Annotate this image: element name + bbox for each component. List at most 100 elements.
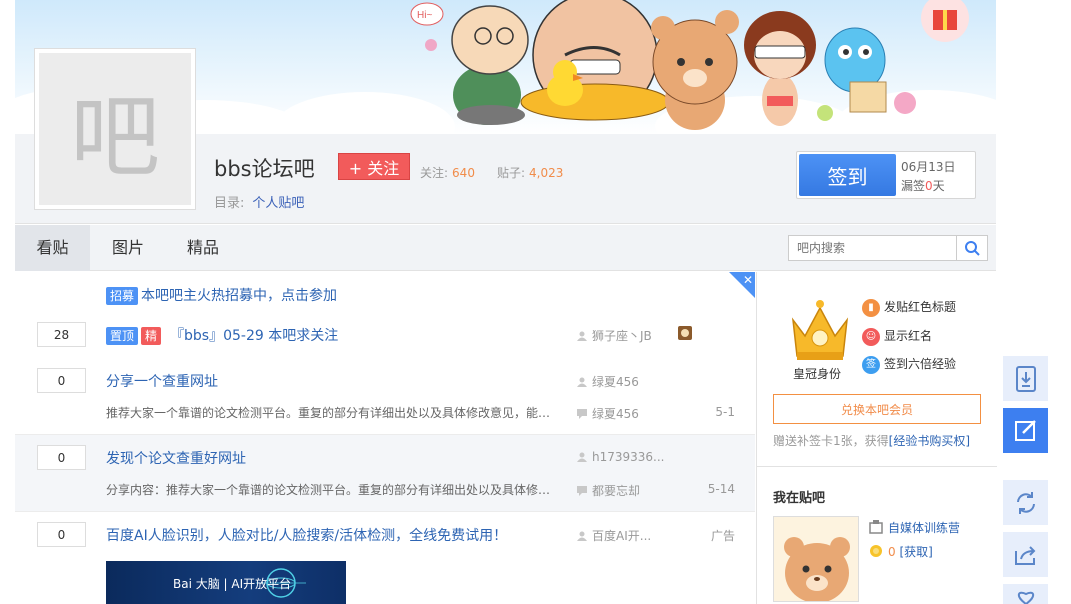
forum-search	[788, 235, 988, 261]
thread-title[interactable]: 置顶精『bbs』05-29 本吧求关注	[106, 325, 338, 345]
thread-row-recruit: 招募 本吧吧主火热招募中，点击参加	[15, 272, 755, 312]
forum-avatar-placeholder: 吧	[39, 53, 191, 205]
last-reply[interactable]: 都要忘却	[577, 482, 640, 499]
recruit-tag: 招募	[106, 287, 139, 305]
coin-get-link[interactable]: [获取]	[899, 545, 932, 559]
my-forum-heading: 我在贴吧	[773, 491, 826, 506]
follow-stat-label: 关注:	[420, 166, 449, 180]
thread-row: 0 发现个论文查重好网址 h1739336... 分享内容：推荐大家一个靠谱的论…	[15, 435, 755, 511]
perk-red-title: ▮ 发贴红色标题	[862, 298, 956, 317]
thread-title[interactable]: 百度AI人脸识别，人脸对比/人脸搜索/活体检测，全线免费试用！	[106, 525, 507, 545]
user-icon	[577, 331, 587, 341]
missed-sign-suffix: 天	[932, 179, 945, 193]
last-reply-user[interactable]: 绿夏456	[592, 407, 639, 421]
forum-title[interactable]: bbs论坛吧	[214, 153, 315, 183]
ad-banner-image[interactable]: Bai 大脑 | AI开放平台	[106, 561, 346, 604]
coin-icon	[870, 545, 882, 557]
tab-featured[interactable]: 精品	[170, 225, 236, 271]
follow-stat: 关注: 640	[420, 164, 475, 181]
thread-title[interactable]: 招募 本吧吧主火热招募中，点击参加	[106, 285, 337, 305]
thread-author[interactable]: h1739336...	[577, 450, 665, 464]
thread-title[interactable]: 发现个论文查重好网址	[106, 448, 246, 468]
svg-text:Hi~: Hi~	[417, 10, 432, 21]
thread-excerpt: 分享内容：推荐大家一个靠谱的论文检测平台。重复的部分有详细出处以及具体修改意见，…	[106, 483, 562, 497]
coin-count: 0	[888, 545, 896, 559]
perk-label: 签到六倍经验	[884, 357, 957, 371]
missed-sign-info: 漏签0天	[901, 177, 956, 196]
share-button[interactable]	[1003, 532, 1048, 577]
forum-search-input[interactable]	[789, 236, 956, 260]
perk-sign-exp: 签签到六倍经验	[862, 355, 956, 374]
sign-in-info: 06月13日 漏签0天	[901, 158, 956, 196]
share-icon	[1014, 545, 1035, 565]
gift-note: 赠送补签卡1张，获得[经验书购买权]	[773, 432, 970, 449]
refresh-button[interactable]	[1003, 480, 1048, 525]
tab-posts[interactable]: 看贴	[15, 225, 90, 271]
thread-row: 0 分享一个查重网址 绿夏456 推荐大家一个靠谱的论文检测平台。重复的部分有详…	[15, 358, 755, 434]
directory-link[interactable]: 个人贴吧	[252, 196, 304, 211]
bear-avatar-image	[784, 537, 850, 601]
thread-author[interactable]: 百度AI开...	[577, 527, 651, 544]
author-badge-icon	[678, 326, 692, 340]
edit-icon	[1014, 419, 1036, 441]
comment-icon	[577, 486, 587, 496]
user-icon	[577, 452, 587, 462]
download-app-button[interactable]	[1003, 356, 1048, 401]
thread-title[interactable]: 分享一个查重网址	[106, 371, 218, 391]
forum-avatar[interactable]: 吧	[34, 48, 196, 210]
follow-button[interactable]: + 关注	[338, 153, 410, 180]
download-icon	[1015, 365, 1036, 392]
new-post-button[interactable]	[1003, 408, 1048, 453]
user-avatar[interactable]	[773, 516, 859, 602]
ad-banner-text: Bai 大脑 | AI开放平台	[173, 577, 292, 591]
sign-in-date: 06月13日	[901, 160, 956, 174]
posts-stat: 贴子: 4,023	[497, 164, 563, 181]
pinned-tag: 置顶	[106, 327, 139, 345]
thread-time: 5-1	[715, 405, 735, 419]
author-name[interactable]: 狮子座丶JB	[592, 329, 652, 343]
forum-page: Hi~ 吧 bbs论坛吧 + 关注 关注: 640 贴子: 4,023 目录: …	[15, 0, 997, 604]
thread-row-pinned: 28 置顶精『bbs』05-29 本吧求关注 狮子座丶JB	[15, 312, 755, 358]
last-reply[interactable]: 绿夏456	[577, 405, 639, 422]
author-name[interactable]: h1739336...	[592, 450, 665, 464]
thread-time: 5-14	[707, 482, 735, 496]
missed-sign-label: 漏签	[901, 179, 926, 193]
crown-icon	[791, 300, 849, 360]
comment-icon	[577, 409, 587, 419]
search-button[interactable]	[956, 236, 987, 260]
posts-count: 4,023	[529, 166, 564, 180]
thread-list: ✕ 招募 本吧吧主火热招募中，点击参加 28 置顶精『bbs』05-29 本吧求关…	[15, 272, 755, 604]
crown-identity-label: 皇冠身份	[793, 367, 842, 381]
ad-label: 广告	[710, 529, 735, 543]
redeem-membership-button[interactable]: 兑换本吧会员	[773, 394, 981, 424]
camp-label[interactable]: 自媒体训练营	[888, 521, 960, 535]
author-name[interactable]: 绿夏456	[592, 375, 639, 389]
thread-author[interactable]: 绿夏456	[577, 373, 639, 390]
forum-nav-bar: 看贴 图片 精品	[15, 225, 996, 271]
thread-excerpt: 推荐大家一个靠谱的论文检测平台。重复的部分有详细出处以及具体修改意见，能直接在文…	[106, 406, 562, 420]
heart-icon	[1017, 591, 1034, 604]
reply-count: 0	[37, 368, 86, 393]
sign-in-button[interactable]: 签到	[799, 154, 896, 196]
tab-images[interactable]: 图片	[95, 225, 161, 271]
thread-title-text[interactable]: 本吧吧主火热招募中，点击参加	[141, 288, 337, 304]
perk-label: 发贴红色标题	[884, 300, 957, 314]
like-button[interactable]	[1003, 584, 1048, 604]
reply-count: 0	[37, 445, 86, 470]
sidebar-divider	[757, 466, 997, 467]
right-sidebar: 皇冠身份 ▮ 发贴红色标题 ☺ 显示红名 签签到六倍经验 兑换本吧会员 赠送补签卡1…	[756, 272, 997, 604]
reply-count: 0	[37, 522, 86, 547]
forum-directory: 目录: 个人贴吧	[214, 192, 304, 211]
missed-sign-days: 0	[925, 179, 933, 193]
search-icon	[965, 241, 980, 256]
thread-title-text[interactable]: 『bbs』05-29 本吧求关注	[170, 328, 338, 344]
author-name[interactable]: 百度AI开...	[592, 529, 651, 543]
my-item-coins: 0 [获取]	[869, 543, 933, 560]
user-icon	[577, 377, 587, 387]
last-reply-user[interactable]: 都要忘却	[592, 484, 640, 498]
camp-icon	[869, 520, 883, 534]
thread-author[interactable]: 狮子座丶JB	[577, 327, 652, 344]
exp-book-link[interactable]: [经验书购买权]	[889, 434, 970, 448]
my-item-camp[interactable]: 自媒体训练营	[869, 519, 960, 536]
cartoon-characters-illustration: Hi~	[410, 0, 969, 130]
